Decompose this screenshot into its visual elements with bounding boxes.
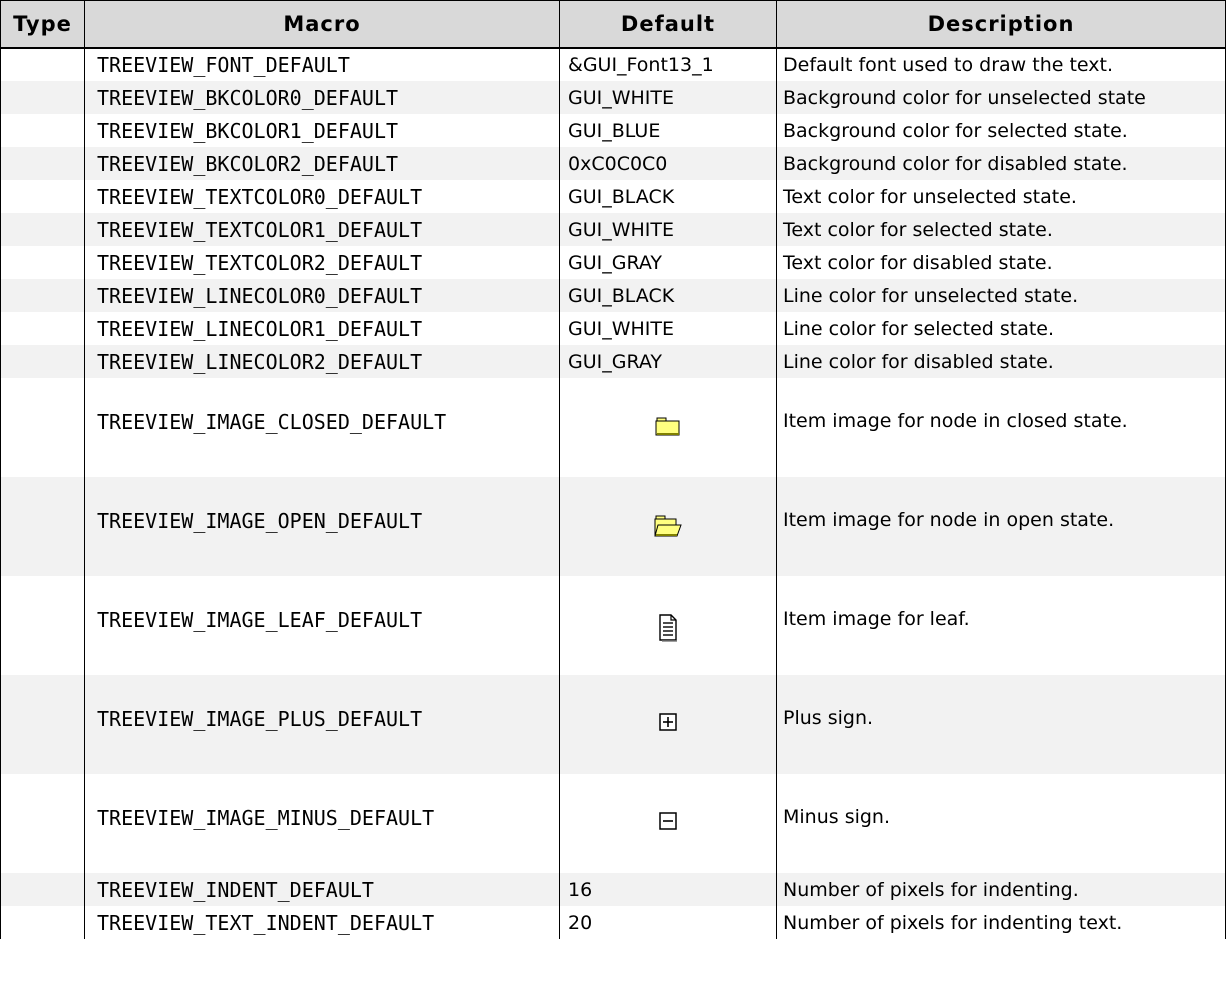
header-description: Description — [776, 0, 1226, 49]
type-cell — [0, 906, 85, 939]
default-cell: GUI_WHITE — [559, 312, 777, 345]
table-row: TREEVIEW_TEXTCOLOR2_DEFAULT GUI_GRAY Tex… — [0, 246, 1226, 279]
macro-cell: TREEVIEW_IMAGE_LEAF_DEFAULT — [84, 576, 560, 675]
macro-cell: TREEVIEW_TEXTCOLOR2_DEFAULT — [84, 246, 560, 279]
default-cell: 16 — [559, 873, 777, 906]
table-row: TREEVIEW_IMAGE_PLUS_DEFAULT Plus sign. — [0, 675, 1226, 774]
macro-cell: TREEVIEW_IMAGE_PLUS_DEFAULT — [84, 675, 560, 774]
default-cell — [559, 576, 777, 675]
type-cell — [0, 576, 85, 675]
type-cell — [0, 873, 85, 906]
closed-folder-icon — [655, 416, 681, 441]
type-cell — [0, 114, 85, 147]
macro-cell: TREEVIEW_LINECOLOR2_DEFAULT — [84, 345, 560, 378]
description-cell: Item image for node in open state. — [776, 477, 1226, 576]
type-cell — [0, 180, 85, 213]
macro-cell: TREEVIEW_TEXTCOLOR0_DEFAULT — [84, 180, 560, 213]
header-default: Default — [559, 0, 777, 49]
table-row: TREEVIEW_FONT_DEFAULT &GUI_Font13_1 Defa… — [0, 48, 1226, 81]
table-row: TREEVIEW_IMAGE_MINUS_DEFAULT Minus sign. — [0, 774, 1226, 873]
macro-cell: TREEVIEW_IMAGE_CLOSED_DEFAULT — [84, 378, 560, 477]
description-cell: Text color for unselected state. — [776, 180, 1226, 213]
description-cell: Text color for disabled state. — [776, 246, 1226, 279]
type-cell — [0, 81, 85, 114]
table-row: TREEVIEW_IMAGE_LEAF_DEFAULT Item image f… — [0, 576, 1226, 675]
type-cell — [0, 774, 85, 873]
document-leaf-icon — [658, 614, 678, 647]
type-cell — [0, 477, 85, 576]
macro-cell: TREEVIEW_BKCOLOR1_DEFAULT — [84, 114, 560, 147]
default-cell: GUI_WHITE — [559, 81, 777, 114]
default-cell — [559, 477, 777, 576]
table-row: TREEVIEW_BKCOLOR2_DEFAULT 0xC0C0C0 Backg… — [0, 147, 1226, 180]
macro-cell: TREEVIEW_LINECOLOR1_DEFAULT — [84, 312, 560, 345]
type-cell — [0, 675, 85, 774]
default-cell: GUI_GRAY — [559, 345, 777, 378]
minus-box-icon — [659, 812, 677, 835]
plus-box-icon — [659, 713, 677, 736]
table-header-row: Type Macro Default Description — [0, 0, 1226, 49]
table-row: TREEVIEW_LINECOLOR1_DEFAULT GUI_WHITE Li… — [0, 312, 1226, 345]
description-cell: Plus sign. — [776, 675, 1226, 774]
table-row: TREEVIEW_LINECOLOR2_DEFAULT GUI_GRAY Lin… — [0, 345, 1226, 378]
header-type: Type — [0, 0, 85, 49]
table-row: TREEVIEW_TEXTCOLOR1_DEFAULT GUI_WHITE Te… — [0, 213, 1226, 246]
description-cell: Line color for disabled state. — [776, 345, 1226, 378]
description-cell: Number of pixels for indenting text. — [776, 906, 1226, 939]
default-cell: &GUI_Font13_1 — [559, 48, 777, 81]
macro-cell: TREEVIEW_TEXT_INDENT_DEFAULT — [84, 906, 560, 939]
default-cell: GUI_WHITE — [559, 213, 777, 246]
table-row: TREEVIEW_IMAGE_OPEN_DEFAULT Item image f… — [0, 477, 1226, 576]
table-row: TREEVIEW_TEXTCOLOR0_DEFAULT GUI_BLACK Te… — [0, 180, 1226, 213]
type-cell — [0, 345, 85, 378]
type-cell — [0, 312, 85, 345]
description-cell: Number of pixels for indenting. — [776, 873, 1226, 906]
table-row: TREEVIEW_BKCOLOR0_DEFAULT GUI_WHITE Back… — [0, 81, 1226, 114]
default-cell — [559, 378, 777, 477]
description-cell: Text color for selected state. — [776, 213, 1226, 246]
default-cell: GUI_BLACK — [559, 279, 777, 312]
default-cell: 0xC0C0C0 — [559, 147, 777, 180]
description-cell: Background color for disabled state. — [776, 147, 1226, 180]
default-cell — [559, 675, 777, 774]
table-row: TREEVIEW_INDENT_DEFAULT 16 Number of pix… — [0, 873, 1226, 906]
description-cell: Item image for node in closed state. — [776, 378, 1226, 477]
default-cell: GUI_BLUE — [559, 114, 777, 147]
macro-cell: TREEVIEW_BKCOLOR2_DEFAULT — [84, 147, 560, 180]
table-row: TREEVIEW_IMAGE_CLOSED_DEFAULT Item image… — [0, 378, 1226, 477]
macro-cell: TREEVIEW_IMAGE_MINUS_DEFAULT — [84, 774, 560, 873]
type-cell — [0, 279, 85, 312]
description-cell: Background color for unselected state — [776, 81, 1226, 114]
table-row: TREEVIEW_TEXT_INDENT_DEFAULT 20 Number o… — [0, 906, 1226, 939]
type-cell — [0, 213, 85, 246]
type-cell — [0, 246, 85, 279]
macro-cell: TREEVIEW_FONT_DEFAULT — [84, 48, 560, 81]
macro-table: Type Macro Default Description TREEVIEW_… — [0, 0, 1226, 939]
macro-cell: TREEVIEW_LINECOLOR0_DEFAULT — [84, 279, 560, 312]
type-cell — [0, 147, 85, 180]
macro-cell: TREEVIEW_BKCOLOR0_DEFAULT — [84, 81, 560, 114]
default-cell — [559, 774, 777, 873]
description-cell: Item image for leaf. — [776, 576, 1226, 675]
macro-cell: TREEVIEW_IMAGE_OPEN_DEFAULT — [84, 477, 560, 576]
type-cell — [0, 48, 85, 81]
description-cell: Line color for unselected state. — [776, 279, 1226, 312]
default-cell: GUI_BLACK — [559, 180, 777, 213]
description-cell: Background color for selected state. — [776, 114, 1226, 147]
macro-cell: TREEVIEW_TEXTCOLOR1_DEFAULT — [84, 213, 560, 246]
table-row: TREEVIEW_BKCOLOR1_DEFAULT GUI_BLUE Backg… — [0, 114, 1226, 147]
header-macro: Macro — [84, 0, 560, 49]
description-cell: Minus sign. — [776, 774, 1226, 873]
default-cell: 20 — [559, 906, 777, 939]
default-cell: GUI_GRAY — [559, 246, 777, 279]
description-cell: Line color for selected state. — [776, 312, 1226, 345]
macro-cell: TREEVIEW_INDENT_DEFAULT — [84, 873, 560, 906]
description-cell: Default font used to draw the text. — [776, 48, 1226, 81]
type-cell — [0, 378, 85, 477]
table-row: TREEVIEW_LINECOLOR0_DEFAULT GUI_BLACK Li… — [0, 279, 1226, 312]
open-folder-icon — [654, 515, 682, 542]
